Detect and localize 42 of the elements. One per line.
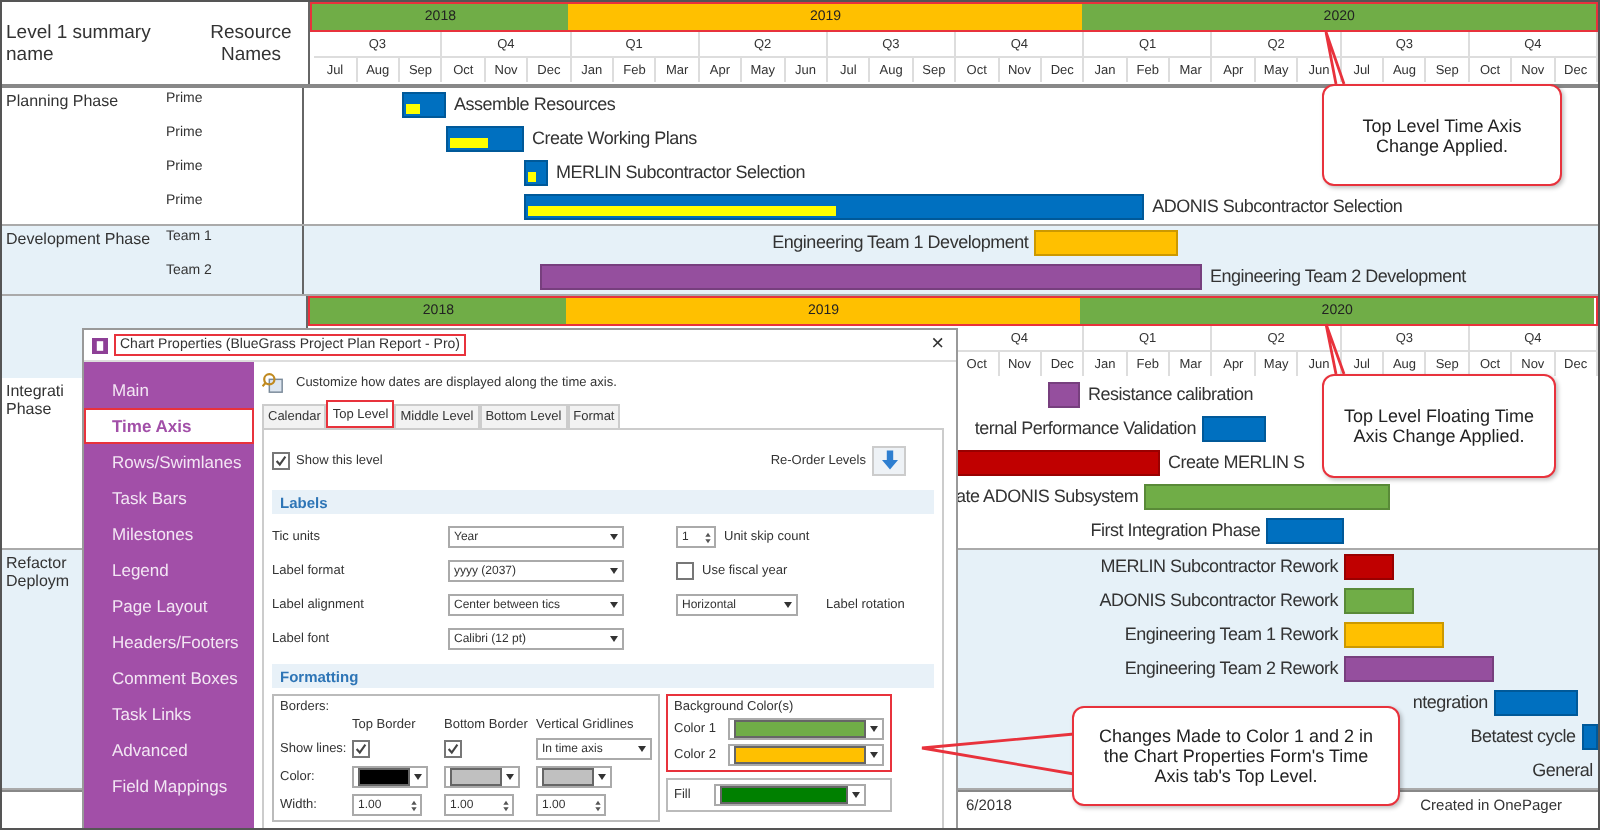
swimlane-name: Refactor [6,554,67,572]
task-label: MERLIN Subcontractor Rework [1100,554,1339,580]
task-label: Engineering Team 2 Rework [1124,656,1339,682]
sidebar-item[interactable]: Field Mappings [84,768,254,804]
swimlane-name: Planning Phase [6,92,119,110]
sidebar-item[interactable]: Rows/Swimlanes [84,444,254,480]
swimlane-name: Integrati [6,382,64,400]
task-label: Create Working Plans [531,126,697,152]
task-label: First Integration Phase [1090,518,1261,544]
swimlane-name: Deploym [6,572,70,590]
sidebar-item[interactable]: Page Layout [84,588,254,624]
task-label: ternal Performance Validation [974,416,1196,442]
sidebar-item[interactable]: Comment Boxes [84,660,254,696]
sidebar-item[interactable]: Task Bars [84,480,254,516]
task-label: ate ADONIS Subsystem [956,484,1139,510]
task-label: ntegration [1412,690,1488,716]
task-label: Create MERLIN S [1168,450,1305,476]
column-header: Level 1 summary name [4,19,153,69]
callout-box: Top Level Floating Time Axis Change Applied. [1322,374,1556,478]
swimlane-name: Development Phase [6,230,151,248]
task-label: Betatest cycle [1470,724,1576,750]
task-label: Resistance calibration [1087,382,1254,408]
task-label: MERLIN Subcontractor Selection [555,160,806,186]
column-header: Resource Names [194,2,310,84]
sidebar-item[interactable]: Main [84,372,254,408]
callout-box: Changes Made to Color 1 and 2 in the Chart Properties Form's Time Axis tab's Top Level. [1072,706,1400,806]
sidebar-item[interactable]: Milestones [84,516,254,552]
sidebar-item[interactable]: Advanced [84,732,254,768]
swimlane-name: Phase [6,400,52,418]
task-label: General [1532,758,1593,784]
task-label: Assemble Resources [454,92,616,118]
sidebar-item[interactable]: Task Links [84,696,254,732]
task-label: Engineering Team 1 Rework [1124,622,1339,648]
task-label: ADONIS Subcontractor Selection [1152,194,1403,220]
sidebar-item[interactable]: Time Axis [84,408,254,444]
close-button[interactable]: × [927,334,948,356]
task-label: ADONIS Subcontractor Rework [1099,588,1339,614]
sidebar-item[interactable]: Headers/Footers [84,624,254,660]
sidebar-item[interactable]: Legend [84,552,254,588]
task-label: Engineering Team 2 Development [1209,264,1466,290]
callout-box: Top Level Time Axis Change Applied. [1322,84,1562,186]
task-label: Engineering Team 1 Development [772,230,1029,256]
